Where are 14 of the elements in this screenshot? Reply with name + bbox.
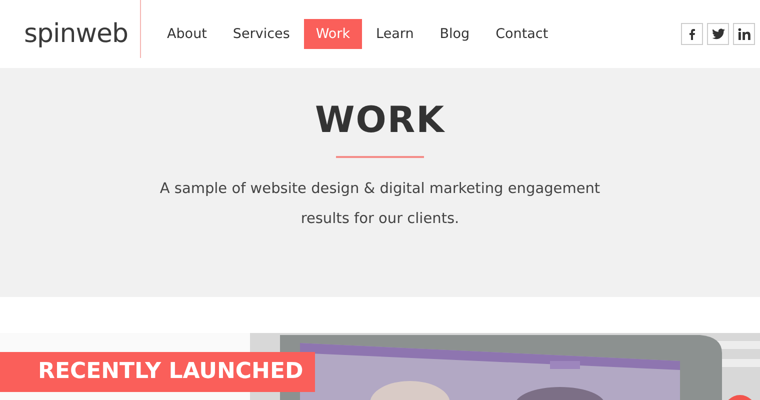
nav-link[interactable]: Services bbox=[220, 19, 302, 49]
logo[interactable]: spinweb bbox=[24, 19, 130, 49]
linkedin-button[interactable] bbox=[733, 23, 755, 45]
facebook-button[interactable] bbox=[681, 23, 703, 45]
linkedin-icon bbox=[738, 28, 750, 40]
page-title: WORK bbox=[315, 100, 445, 142]
nav-link[interactable]: Contact bbox=[484, 19, 560, 49]
twitter-button[interactable] bbox=[707, 23, 729, 45]
page-subtitle: A sample of website design & digital marketing engagement results for our clients. bbox=[158, 180, 602, 229]
recently-launched-banner: RECENTLY LAUNCHED bbox=[0, 352, 316, 392]
nav-link[interactable]: Learn bbox=[364, 19, 426, 49]
twitter-icon bbox=[712, 28, 724, 40]
nav-link[interactable]: Blog bbox=[428, 19, 482, 49]
nav-link[interactable]: About bbox=[155, 19, 219, 49]
